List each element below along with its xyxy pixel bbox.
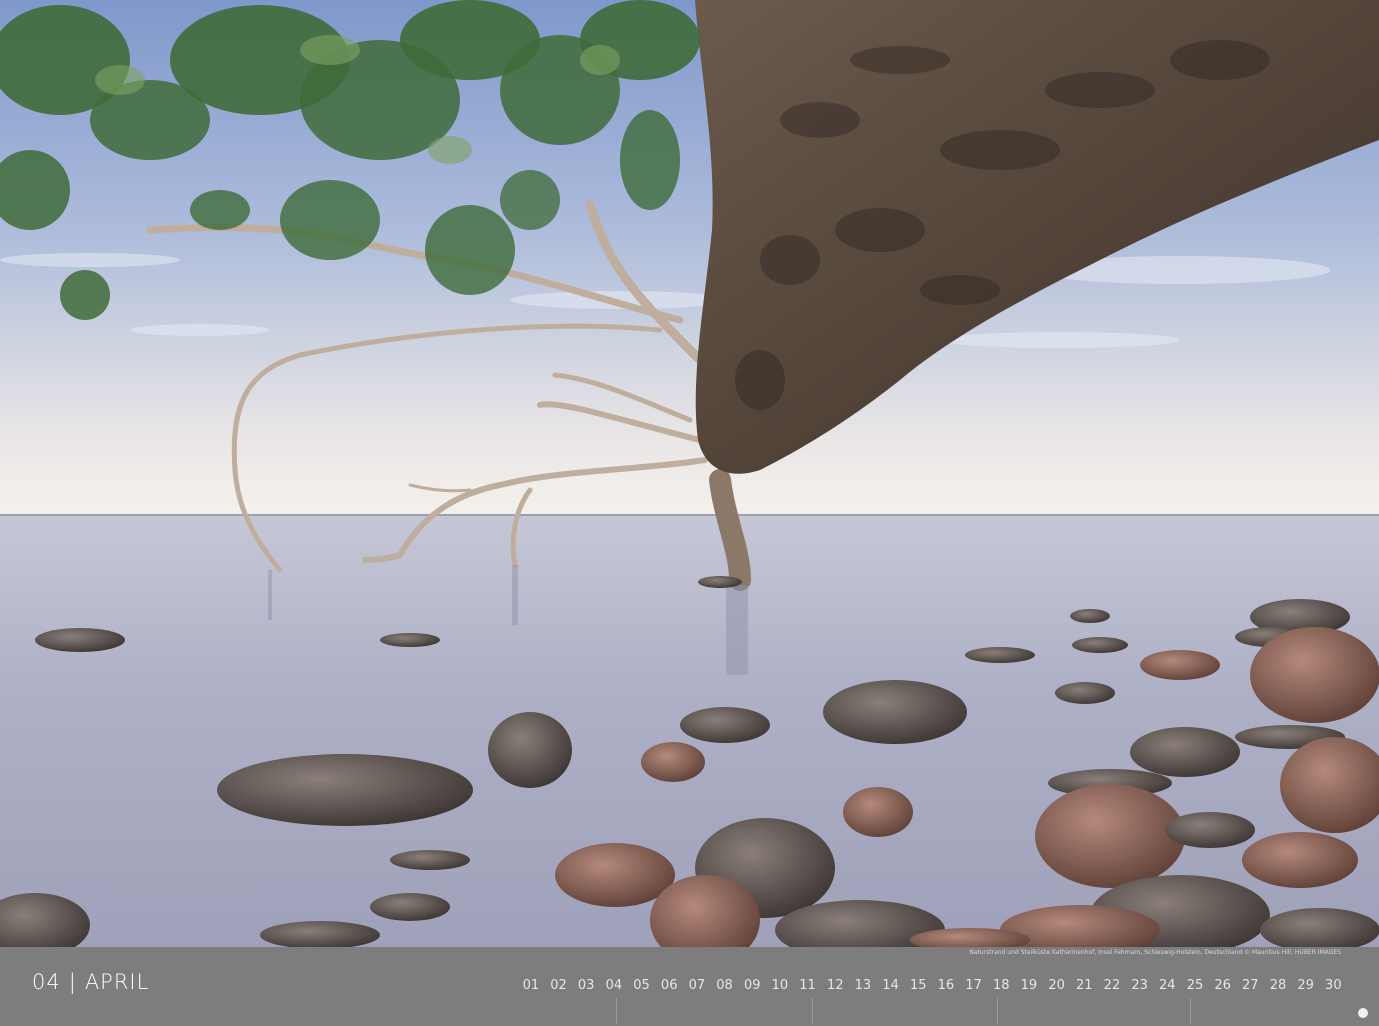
day-cell: 16 <box>937 978 955 993</box>
day-cell: 11 <box>799 978 816 993</box>
day-cell: 13 <box>854 978 872 993</box>
day-cell: 20 <box>1048 978 1065 993</box>
month-name: APRIL <box>84 970 150 994</box>
day-cell: 26 <box>1214 978 1231 993</box>
week-divider <box>1190 998 1191 1024</box>
day-cell: 15 <box>909 978 927 993</box>
day-cell: 29 <box>1297 978 1314 993</box>
day-cell: 07 <box>688 978 706 993</box>
day-cell: 10 <box>771 978 789 993</box>
day-cell: 09 <box>743 978 761 993</box>
day-cell: 12 <box>826 978 844 993</box>
day-cell: 19 <box>1020 978 1038 993</box>
week-divider <box>812 998 813 1024</box>
day-cell: 24 <box>1159 978 1176 993</box>
day-cell: 04 <box>605 978 623 993</box>
photo-credit: Naturstrand und Steilküste Katharinenhof… <box>969 949 1341 956</box>
day-cell: 30 <box>1325 978 1342 993</box>
day-row: 01 02 03 04 05 06 07 08 09 10 11 12 13 1… <box>517 978 1347 993</box>
week-divider <box>997 998 998 1024</box>
day-cell: 18 <box>992 978 1010 993</box>
day-cell: 25 <box>1186 978 1204 993</box>
day-cell: 23 <box>1131 978 1148 993</box>
day-cell: 21 <box>1076 978 1093 993</box>
day-cell: 17 <box>965 978 982 993</box>
month-number: 04 <box>32 970 61 994</box>
landscape-photo <box>0 0 1379 947</box>
day-cell: 14 <box>882 978 899 993</box>
day-cell: 03 <box>577 978 595 993</box>
page-marker-icon <box>1358 1008 1368 1018</box>
day-cell: 01 <box>522 978 540 993</box>
day-cell: 06 <box>660 978 678 993</box>
day-cell: 22 <box>1103 978 1121 993</box>
coastal-tree-scene <box>0 0 1379 947</box>
day-cell: 08 <box>716 978 733 993</box>
day-cell: 28 <box>1269 978 1287 993</box>
week-divider <box>616 998 617 1024</box>
month-separator: | <box>68 970 77 994</box>
day-cell: 27 <box>1242 978 1259 993</box>
day-cell: 02 <box>550 978 567 993</box>
month-heading: 04 | APRIL <box>32 970 149 994</box>
day-cell: 05 <box>633 978 650 993</box>
